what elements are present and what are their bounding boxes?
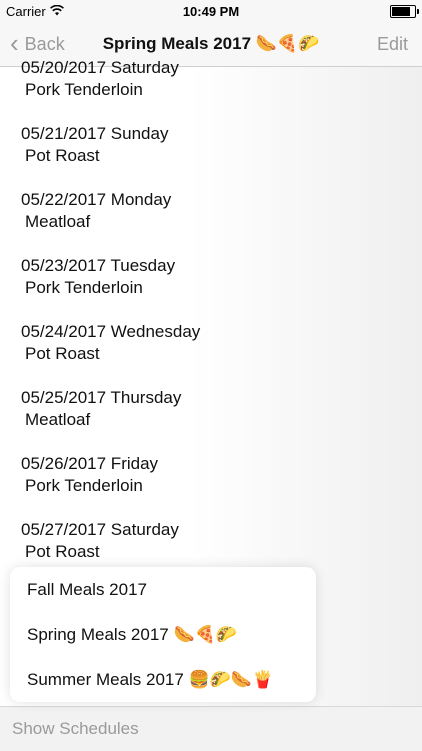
status-bar: Carrier 10:49 PM <box>0 0 422 22</box>
meal-date: 05/22/2017 Monday <box>21 190 172 209</box>
schedules-popover: Fall Meals 2017 Spring Meals 2017 🌭🍕🌮 Su… <box>10 567 316 702</box>
list-item[interactable]: 05/27/2017 Saturday Pot Roast <box>0 519 422 563</box>
bottom-toolbar: Show Schedules <box>0 706 422 751</box>
meal-date: 05/21/2017 Sunday <box>21 124 169 143</box>
meal-name: Pot Roast <box>25 146 100 165</box>
page-title: Spring Meals 2017 🌭🍕🌮 <box>102 34 320 53</box>
meal-name: Pork Tenderloin <box>25 278 143 297</box>
meal-date: 05/24/2017 Wednesday <box>21 322 201 341</box>
show-schedules-button[interactable]: Show Schedules <box>0 719 139 739</box>
list-item[interactable]: 05/20/2017 Saturday Pork Tenderloin <box>0 57 422 101</box>
list-item[interactable]: 05/23/2017 Tuesday Pork Tenderloin <box>0 255 422 299</box>
list-item[interactable]: 05/22/2017 Monday Meatloaf <box>0 189 422 233</box>
meal-date: 05/20/2017 Saturday <box>21 58 179 77</box>
edit-button[interactable]: Edit <box>377 34 408 55</box>
meal-name: Meatloaf <box>25 212 91 231</box>
list-item[interactable]: 05/24/2017 Wednesday Pot Roast <box>0 321 422 365</box>
meal-name: Pork Tenderloin <box>25 476 143 495</box>
battery-icon <box>390 4 419 18</box>
meal-date: 05/27/2017 Saturday <box>21 520 179 539</box>
status-time: 10:49 PM <box>182 3 240 19</box>
meal-date: 05/23/2017 Tuesday <box>21 256 176 275</box>
schedule-option-summer[interactable]: Summer Meals 2017 🍔🌮🌭🍟 <box>10 657 316 702</box>
meal-date: 05/26/2017 Friday <box>21 454 159 473</box>
schedule-option-spring[interactable]: Spring Meals 2017 🌭🍕🌮 <box>10 612 316 657</box>
meal-name: Meatloaf <box>25 410 91 429</box>
list-item[interactable]: 05/25/2017 Thursday Meatloaf <box>0 387 422 431</box>
schedule-option-fall[interactable]: Fall Meals 2017 <box>10 567 316 612</box>
meal-name: Pork Tenderloin <box>25 80 143 99</box>
list-item[interactable]: 05/26/2017 Friday Pork Tenderloin <box>0 453 422 497</box>
list-item[interactable]: 05/21/2017 Sunday Pot Roast <box>0 123 422 167</box>
status-right <box>390 4 422 18</box>
meal-date: 05/25/2017 Thursday <box>21 388 182 407</box>
meal-list: 05/20/2017 Saturday Pork Tenderloin 05/2… <box>0 57 422 563</box>
meal-name: Pot Roast <box>25 542 100 561</box>
meal-name: Pot Roast <box>25 344 100 363</box>
